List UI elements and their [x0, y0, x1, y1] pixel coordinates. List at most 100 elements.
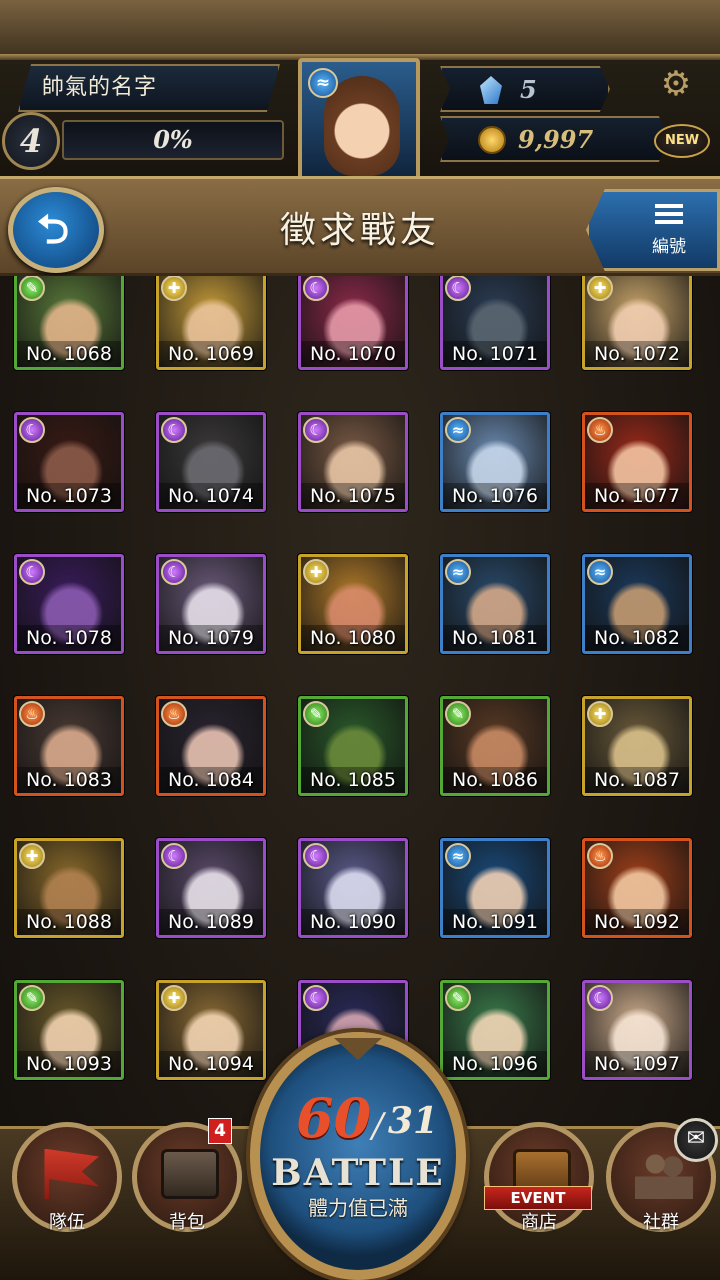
dark-attribute-icon: ☾: [303, 985, 329, 1011]
monster-card[interactable]: ☾ No. 1074: [156, 412, 266, 512]
card-number: No. 1089: [159, 909, 263, 935]
bag-icon: [161, 1149, 219, 1199]
card-number: No. 1078: [17, 625, 121, 651]
monster-card[interactable]: ≈ No. 1091: [440, 838, 550, 938]
monster-card[interactable]: ✚ No. 1088: [14, 838, 124, 938]
sort-button[interactable]: 編號: [586, 189, 720, 271]
water-attribute-icon: ≈: [445, 843, 471, 869]
monster-card[interactable]: ☾ No. 1089: [156, 838, 266, 938]
card-number: No. 1086: [443, 767, 547, 793]
monster-card[interactable]: ☾ No. 1073: [14, 412, 124, 512]
dark-attribute-icon: ☾: [303, 417, 329, 443]
monster-card[interactable]: ✚ No. 1087: [582, 696, 692, 796]
monster-card[interactable]: ✎ No. 1085: [298, 696, 408, 796]
dark-attribute-icon: ☾: [445, 276, 471, 301]
monster-card[interactable]: ✎ No. 1068: [14, 276, 124, 370]
monster-card[interactable]: ☾ No. 1071: [440, 276, 550, 370]
monster-card[interactable]: ✚ No. 1069: [156, 276, 266, 370]
card-number: No. 1069: [159, 341, 263, 367]
fire-attribute-icon: ♨: [587, 843, 613, 869]
water-attribute-icon: ≈: [445, 417, 471, 443]
monster-card[interactable]: ≈ No. 1081: [440, 554, 550, 654]
gear-icon[interactable]: ⚙: [650, 60, 702, 110]
card-number: No. 1075: [301, 483, 405, 509]
dark-attribute-icon: ☾: [19, 559, 45, 585]
light-attribute-icon: ✚: [161, 276, 187, 301]
dark-attribute-icon: ☾: [303, 276, 329, 301]
monster-card[interactable]: ≈ No. 1082: [582, 554, 692, 654]
monster-card[interactable]: ♨ No. 1077: [582, 412, 692, 512]
monster-card[interactable]: ☾ No. 1097: [582, 980, 692, 1080]
page-title: 徵求戰友: [279, 210, 440, 251]
monster-card[interactable]: ≈ No. 1076: [440, 412, 550, 512]
monster-card[interactable]: ✚ No. 1080: [298, 554, 408, 654]
fire-attribute-icon: ♨: [19, 701, 45, 727]
water-attribute-icon: ≈: [308, 68, 338, 98]
card-number: No. 1092: [585, 909, 689, 935]
card-number: No. 1091: [443, 909, 547, 935]
player-avatar[interactable]: ≈: [298, 58, 420, 180]
event-tag: EVENT: [484, 1186, 592, 1210]
gem-counter[interactable]: 5: [440, 66, 610, 112]
stamina-current: 60: [296, 1086, 372, 1150]
monster-card[interactable]: ☾ No. 1090: [298, 838, 408, 938]
wood-attribute-icon: ✎: [445, 985, 471, 1011]
monster-card[interactable]: ✎ No. 1096: [440, 980, 550, 1080]
monster-card[interactable]: ♨ No. 1083: [14, 696, 124, 796]
card-number: No. 1090: [301, 909, 405, 935]
card-number: No. 1087: [585, 767, 689, 793]
dark-attribute-icon: ☾: [161, 559, 187, 585]
card-number: No. 1084: [159, 767, 263, 793]
light-attribute-icon: ✚: [587, 701, 613, 727]
player-status-hud: 帥氣的名字 4 0% ≈ 5 ⚙ 9,997 NEW: [0, 0, 720, 190]
hud-ornament: [0, 0, 720, 60]
coin-count: 9,997: [518, 125, 594, 154]
card-number: No. 1079: [159, 625, 263, 651]
exp-bar: 0%: [62, 120, 284, 160]
card-number: No. 1074: [159, 483, 263, 509]
monster-card[interactable]: ☾ No. 1078: [14, 554, 124, 654]
card-number: No. 1080: [301, 625, 405, 651]
battle-button[interactable]: 60 / 31 BATTLE 體力值已滿: [250, 1032, 466, 1280]
monster-card[interactable]: ✎ No. 1086: [440, 696, 550, 796]
card-number: No. 1071: [443, 341, 547, 367]
game-screen: 帥氣的名字 4 0% ≈ 5 ⚙ 9,997 NEW ⮌ 徵求戰友 編號 ✎ No…: [0, 0, 720, 1280]
monster-card[interactable]: ✚ No. 1072: [582, 276, 692, 370]
monster-card[interactable]: ☾ No. 1075: [298, 412, 408, 512]
player-name[interactable]: 帥氣的名字: [18, 64, 280, 112]
player-level: 4: [2, 112, 60, 170]
monster-card[interactable]: ♨ No. 1084: [156, 696, 266, 796]
wood-attribute-icon: ✎: [303, 701, 329, 727]
card-number: No. 1077: [585, 483, 689, 509]
coin-icon: [478, 126, 506, 154]
fire-attribute-icon: ♨: [161, 701, 187, 727]
coin-counter[interactable]: 9,997: [440, 116, 668, 162]
new-badge[interactable]: NEW: [654, 124, 710, 158]
wood-attribute-icon: ✎: [19, 985, 45, 1011]
monster-card[interactable]: ✚ No. 1094: [156, 980, 266, 1080]
back-arrow-icon: ⮌: [37, 207, 70, 253]
stamina-separator: /: [372, 1106, 384, 1146]
bag-badge-count: 4: [208, 1118, 232, 1144]
card-number: No. 1070: [301, 341, 405, 367]
card-number: No. 1096: [443, 1051, 547, 1077]
card-number: No. 1073: [17, 483, 121, 509]
shop-label: 商店: [521, 1212, 557, 1233]
wood-attribute-icon: ✎: [445, 701, 471, 727]
mail-icon[interactable]: ✉: [674, 1118, 718, 1162]
monster-card[interactable]: ♨ No. 1092: [582, 838, 692, 938]
light-attribute-icon: ✚: [303, 559, 329, 585]
monster-card[interactable]: ☾ No. 1079: [156, 554, 266, 654]
monster-card[interactable]: ☾ No. 1070: [298, 276, 408, 370]
card-number: No. 1076: [443, 483, 547, 509]
wood-attribute-icon: ✎: [19, 276, 45, 301]
dark-attribute-icon: ☾: [587, 985, 613, 1011]
back-button[interactable]: ⮌: [8, 187, 104, 273]
water-attribute-icon: ≈: [587, 559, 613, 585]
battle-status: 體力值已滿: [308, 1196, 408, 1220]
monster-card-grid: ✎ No. 1068 ✚ No. 1069 ☾ No. 1070 ☾ No. 1071 ✚ No.…: [0, 276, 720, 1136]
dark-attribute-icon: ☾: [19, 417, 45, 443]
monster-card[interactable]: ✎ No. 1093: [14, 980, 124, 1080]
card-number: No. 1072: [585, 341, 689, 367]
battle-pointer-icon: [334, 1038, 382, 1060]
